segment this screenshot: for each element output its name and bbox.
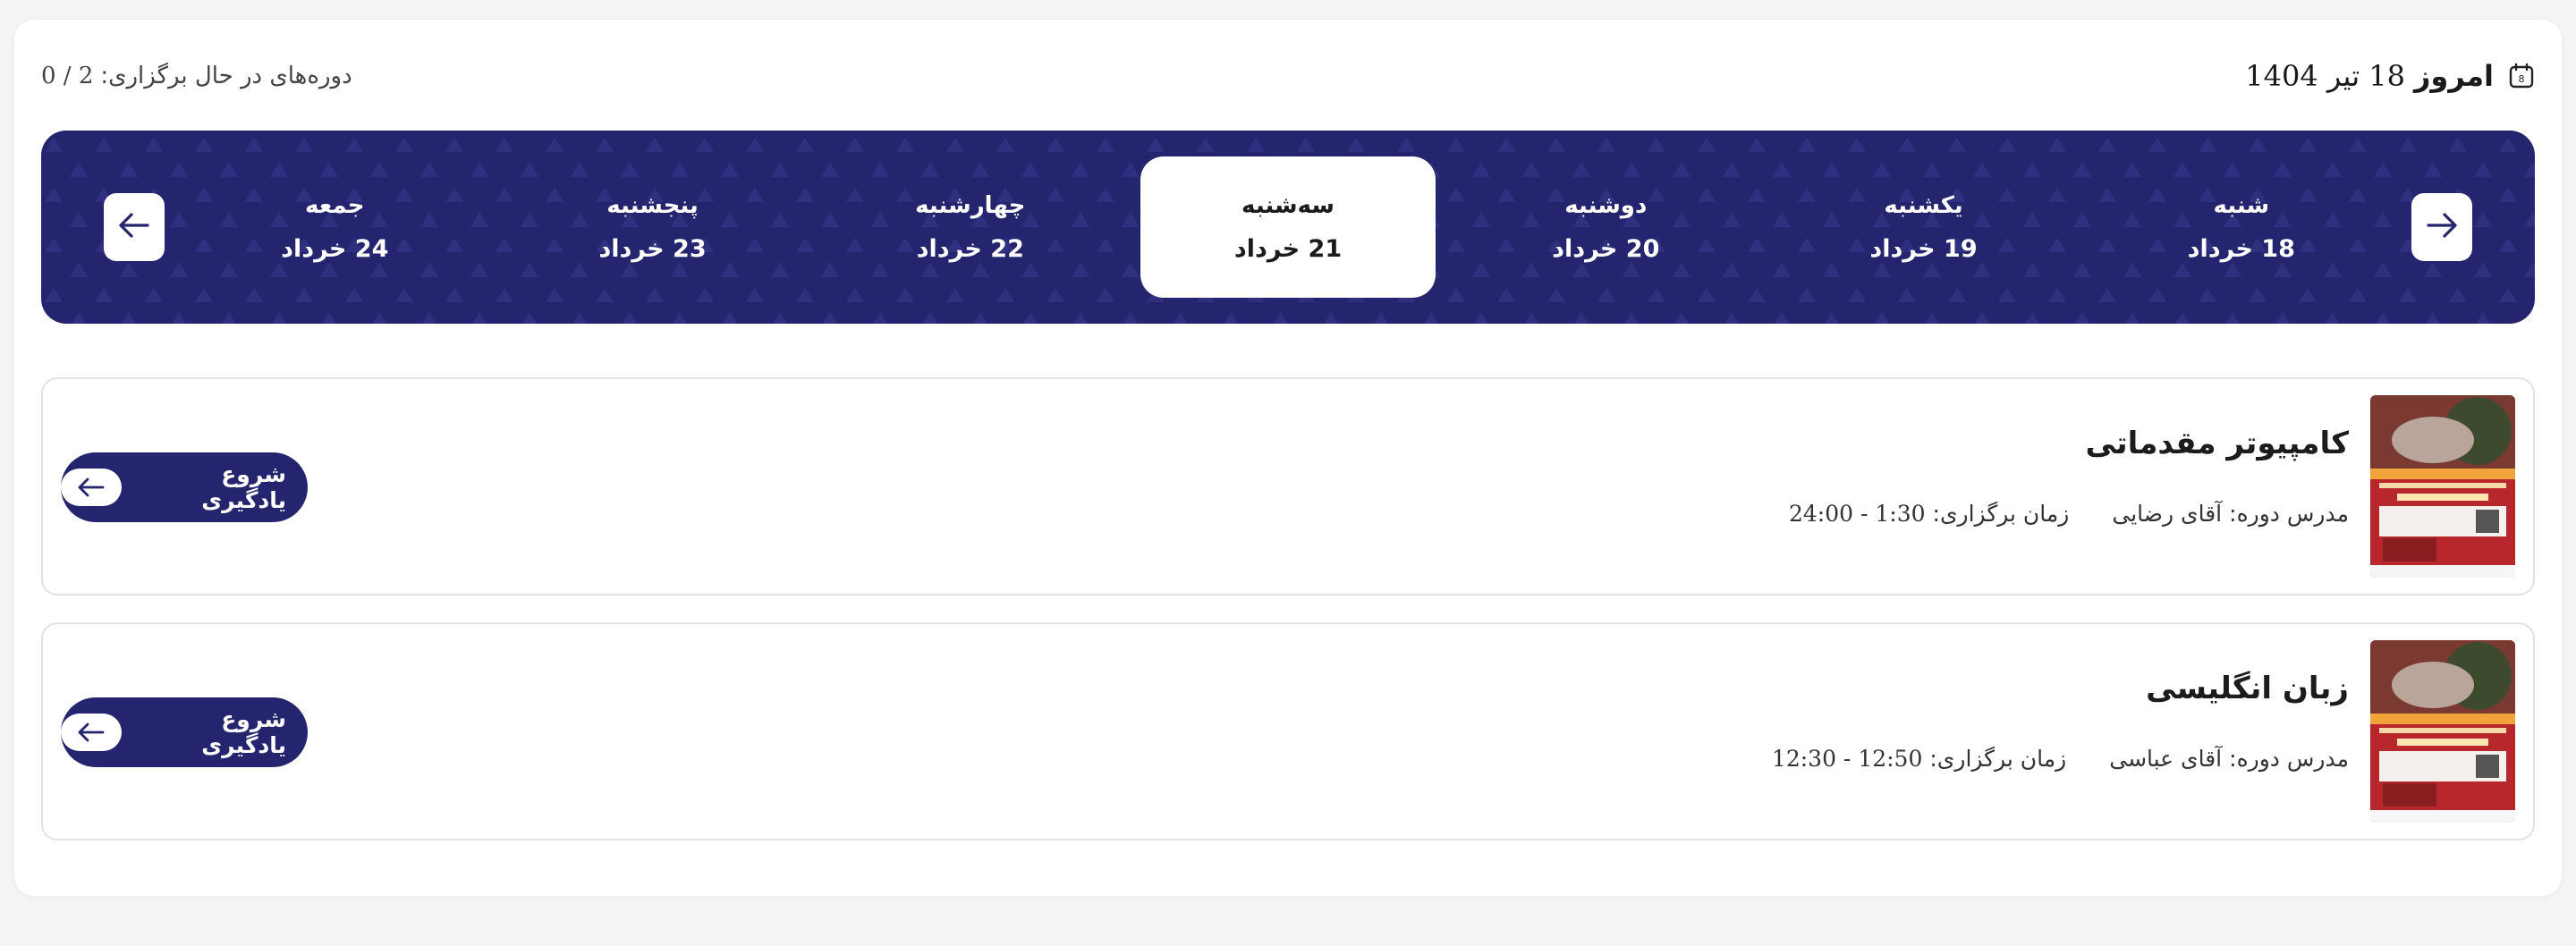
- day-name: شنبه: [2213, 191, 2270, 219]
- day-saturday[interactable]: شنبه 18 خرداد: [2094, 156, 2389, 298]
- course-time: زمان برگزاری: 12:30 - 12:50: [1772, 746, 2066, 772]
- arrow-left-icon: [115, 207, 153, 248]
- course-title: کامپیوتر مقدماتی: [2085, 426, 2349, 461]
- running-label: دوره‌های در حال برگزاری:: [100, 63, 352, 89]
- running-count: 0 / 2: [41, 63, 94, 89]
- time-value: 24:00 - 1:30: [1789, 501, 1926, 527]
- day-date: 20 خرداد: [1552, 234, 1660, 263]
- day-date: 18 خرداد: [2187, 234, 2295, 263]
- day-name: سه‌شنبه: [1241, 191, 1335, 219]
- day-sunday[interactable]: یکشنبه 19 خرداد: [1776, 156, 2072, 298]
- today-label: امروز: [2414, 59, 2494, 93]
- teacher-name: آقای عباسی: [2109, 746, 2223, 772]
- day-wednesday[interactable]: چهارشنبه 22 خرداد: [823, 156, 1118, 298]
- day-thursday[interactable]: پنجشنبه 23 خرداد: [505, 156, 801, 298]
- day-date: 22 خرداد: [916, 234, 1024, 263]
- prev-week-button[interactable]: [2411, 193, 2472, 261]
- day-date: 24 خرداد: [281, 234, 389, 263]
- teacher-label: مدرس دوره:: [2229, 501, 2349, 527]
- start-learning-label: شروع یادگیری: [201, 706, 286, 758]
- day-selector: شنبه 18 خرداد یکشنبه 19 خرداد دوشنبه 20 …: [41, 131, 2535, 324]
- day-name: چهارشنبه: [915, 191, 1026, 219]
- course-thumbnail[interactable]: [2370, 640, 2515, 823]
- schedule-header: 8 امروز 18 تیر 1404 دوره‌های در حال برگز…: [41, 54, 2535, 98]
- day-name: جمعه: [304, 191, 365, 219]
- teacher-name: آقای رضایی: [2112, 501, 2223, 527]
- day-friday[interactable]: جمعه 24 خرداد: [187, 156, 482, 298]
- arrow-right-icon: [2423, 207, 2461, 248]
- course-teacher: مدرس دوره: آقای رضایی: [2112, 501, 2349, 527]
- start-learning-button[interactable]: شروع یادگیری: [61, 452, 308, 522]
- day-date: 23 خرداد: [598, 234, 707, 263]
- today-indicator: 8 امروز 18 تیر 1404: [2245, 59, 2535, 93]
- schedule-panel: 8 امروز 18 تیر 1404 دوره‌های در حال برگز…: [14, 20, 2562, 896]
- course-card: کامپیوتر مقدماتی مدرس دوره: آقای رضایی ز…: [41, 377, 2535, 595]
- start-learning-button[interactable]: شروع یادگیری: [61, 697, 308, 767]
- arrow-left-icon: [61, 469, 123, 506]
- calendar-icon: 8: [2508, 63, 2535, 89]
- day-monday[interactable]: دوشنبه 20 خرداد: [1458, 156, 1753, 298]
- teacher-label: مدرس دوره:: [2229, 746, 2349, 772]
- day-name: یکشنبه: [1884, 191, 1963, 219]
- course-title: زبان انگلیسی: [2146, 671, 2349, 706]
- start-learning-label: شروع یادگیری: [201, 461, 286, 513]
- today-date: 18 تیر 1404: [2245, 59, 2405, 93]
- day-name: دوشنبه: [1564, 191, 1648, 219]
- course-time: زمان برگزاری: 24:00 - 1:30: [1789, 501, 2069, 527]
- day-tuesday-selected[interactable]: سه‌شنبه 21 خرداد: [1140, 156, 1436, 298]
- time-label: زمان برگزاری:: [1929, 746, 2067, 772]
- next-week-button[interactable]: [104, 193, 165, 261]
- running-courses: دوره‌های در حال برگزاری: 0 / 2: [41, 63, 352, 89]
- course-card: زبان انگلیسی مدرس دوره: آقای عباسی زمان …: [41, 622, 2535, 840]
- day-date: 21 خرداد: [1233, 234, 1343, 263]
- course-thumbnail[interactable]: [2370, 395, 2515, 578]
- time-value: 12:30 - 12:50: [1771, 746, 1923, 772]
- arrow-left-icon: [61, 714, 123, 751]
- course-teacher: مدرس دوره: آقای عباسی: [2109, 746, 2349, 772]
- svg-text:8: 8: [2519, 73, 2525, 85]
- day-date: 19 خرداد: [1869, 234, 1978, 263]
- time-label: زمان برگزاری:: [1932, 501, 2070, 527]
- day-name: پنجشنبه: [606, 191, 699, 219]
